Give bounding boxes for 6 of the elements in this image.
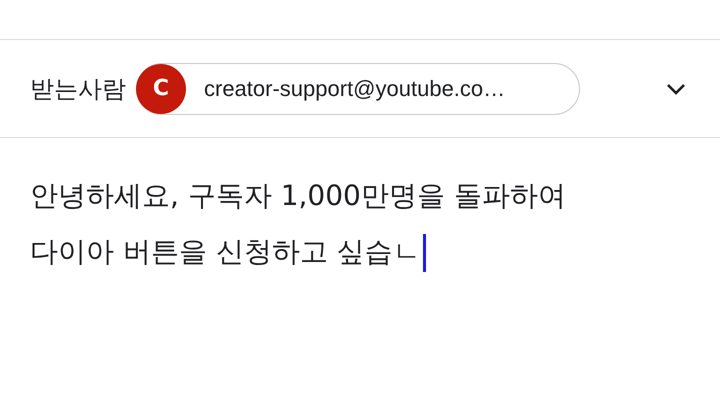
- recipient-label: 받는사람: [30, 74, 126, 104]
- expand-icon[interactable]: [666, 82, 686, 94]
- recipient-address: creator-support@youtube.co…: [204, 76, 506, 102]
- recipient-chip[interactable]: C creator-support@youtube.co…: [136, 62, 580, 114]
- message-body-field[interactable]: 안녕하세요, 구독자 1,000만명을 돌파하여 다이아 버튼을 신청하고 싶습ㄴ: [30, 168, 690, 280]
- avatar: C: [136, 64, 186, 114]
